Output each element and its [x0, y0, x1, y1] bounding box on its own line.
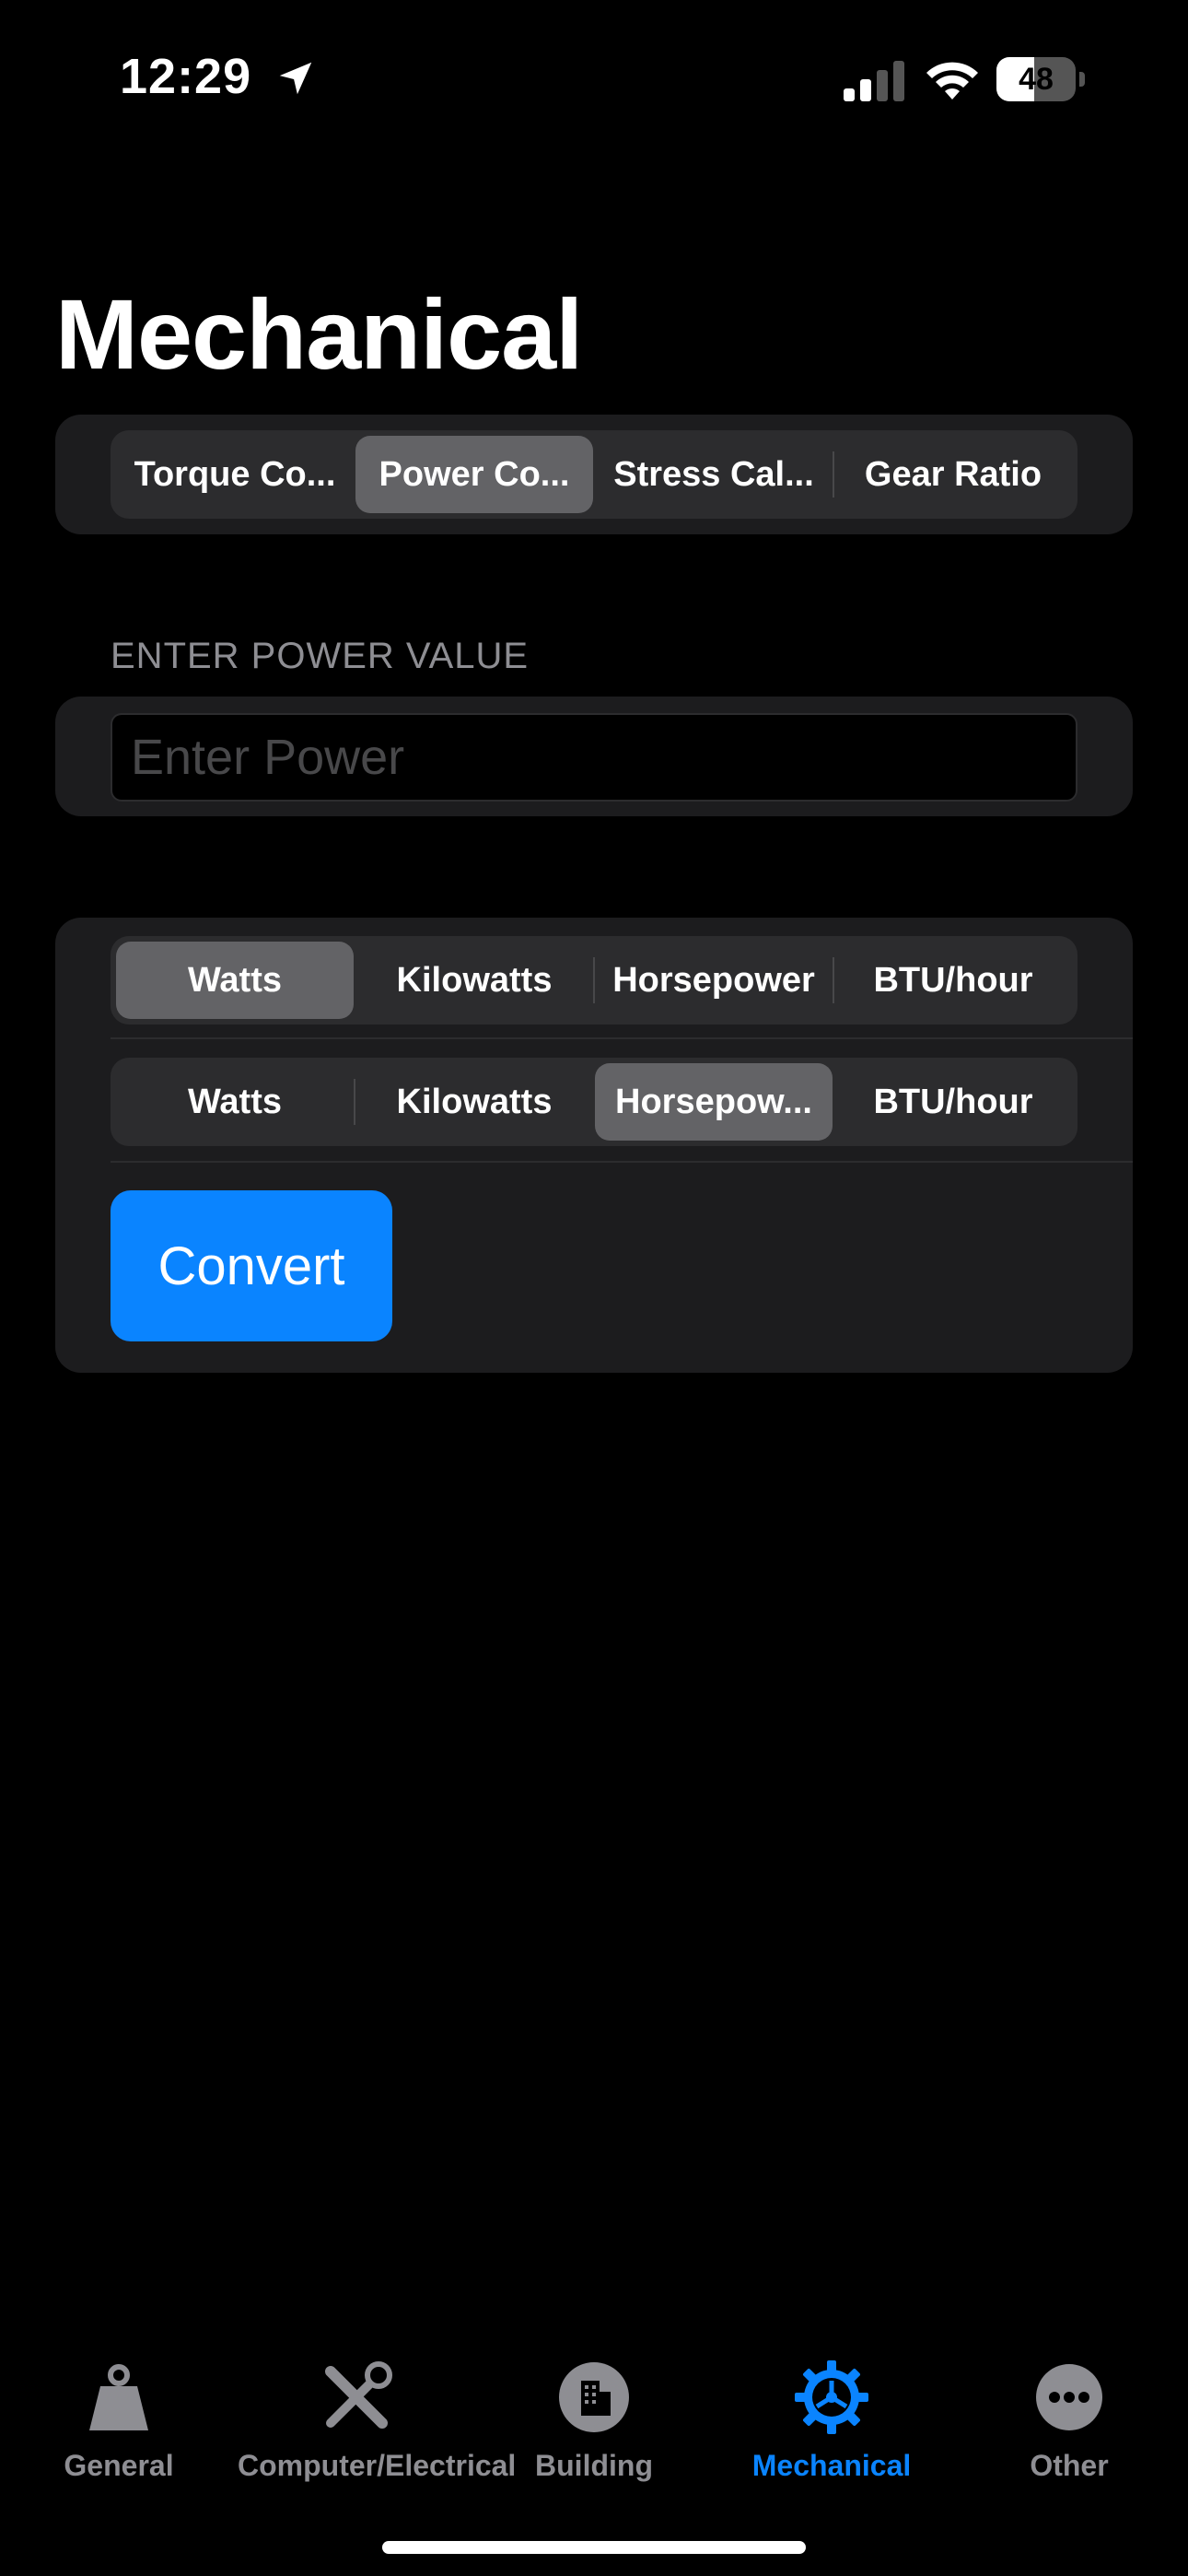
row-divider [111, 1037, 1133, 1039]
from-unit-btu-hour[interactable]: BTU/hour [834, 942, 1072, 1019]
calculator-picker-card: Torque Co... Power Co... Stress Cal... G… [55, 415, 1133, 534]
from-unit-kilowatts[interactable]: Kilowatts [355, 942, 593, 1019]
location-arrow-icon [279, 62, 312, 95]
from-unit-segmented-control[interactable]: Watts Kilowatts Horsepower BTU/hour [111, 936, 1077, 1025]
to-unit-segmented-control[interactable]: Watts Kilowatts Horsepow... BTU/hour [111, 1058, 1077, 1146]
tab-bar-item-mechanical[interactable]: Mechanical [713, 2359, 950, 2506]
row-divider [111, 1161, 1133, 1163]
power-input-card [55, 697, 1133, 816]
to-unit-horsepower[interactable]: Horsepow... [595, 1063, 833, 1141]
power-section-label: ENTER POWER VALUE [111, 636, 530, 676]
page-title: Mechanical [55, 278, 583, 390]
tab-torque-converter[interactable]: Torque Co... [116, 436, 354, 513]
to-unit-watts[interactable]: Watts [116, 1063, 354, 1141]
gear-icon [795, 2360, 868, 2434]
tab-bar-label: Other [1030, 2449, 1109, 2482]
tab-bar-item-building[interactable]: Building [475, 2359, 713, 2506]
unit-conversion-card: Watts Kilowatts Horsepower BTU/hour Watt… [55, 918, 1133, 1373]
to-unit-btu-hour[interactable]: BTU/hour [834, 1063, 1072, 1141]
cellular-signal-icon [844, 61, 904, 101]
battery-icon: 48 [996, 57, 1085, 101]
to-unit-kilowatts[interactable]: Kilowatts [355, 1063, 593, 1141]
calculator-segmented-control[interactable]: Torque Co... Power Co... Stress Cal... G… [111, 430, 1077, 519]
power-input[interactable] [111, 713, 1077, 802]
tab-bar-item-computer-electrical[interactable]: Computer/Electrical [238, 2359, 517, 2506]
weight-icon [89, 2364, 148, 2430]
tools-icon [325, 2361, 392, 2429]
battery-level: 48 [1019, 62, 1054, 97]
tab-bar-label: Computer/Electrical [238, 2449, 517, 2482]
building-icon [559, 2362, 629, 2432]
from-unit-watts[interactable]: Watts [116, 942, 354, 1019]
tab-bar-item-general[interactable]: General [0, 2359, 238, 2506]
tab-bar-item-other[interactable]: Other [950, 2359, 1188, 2506]
convert-button[interactable]: Convert [111, 1190, 392, 1341]
tab-bar-label: Building [535, 2449, 653, 2482]
wifi-icon [926, 62, 978, 100]
home-indicator [382, 2541, 806, 2554]
from-unit-horsepower[interactable]: Horsepower [595, 942, 833, 1019]
tab-gear-ratio[interactable]: Gear Ratio [834, 436, 1072, 513]
tab-bar-label: Mechanical [751, 2449, 912, 2482]
ellipsis-icon [1036, 2364, 1102, 2430]
tab-power-converter[interactable]: Power Co... [355, 436, 593, 513]
tab-bar-label: General [64, 2449, 174, 2482]
status-time: 12:29 [120, 49, 252, 104]
status-bar: 12:29 48 [0, 0, 1188, 157]
tab-stress-calculator[interactable]: Stress Cal... [595, 436, 833, 513]
